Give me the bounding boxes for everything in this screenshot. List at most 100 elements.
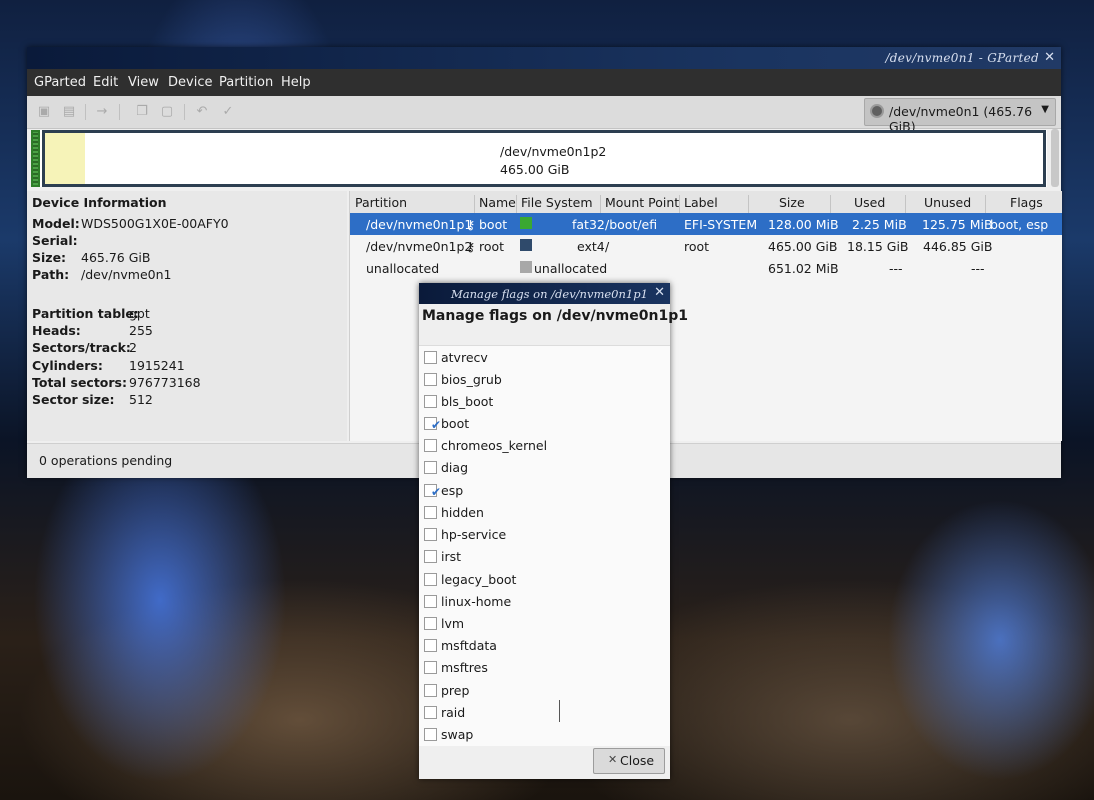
checkbox[interactable] bbox=[424, 351, 437, 364]
flag-item-bios_grub[interactable]: bios_grub bbox=[419, 369, 670, 391]
info-row: Model: WDS500G1X0E-00AFY0 bbox=[32, 216, 229, 231]
col-flags[interactable]: Flags bbox=[1010, 195, 1043, 210]
graph-partition-p2[interactable]: /dev/nvme0n1p2 465.00 GiB bbox=[42, 130, 1046, 187]
checkbox[interactable]: ✔ bbox=[424, 484, 441, 499]
flag-item-raid[interactable]: raid bbox=[419, 702, 670, 724]
checkbox[interactable] bbox=[424, 573, 437, 586]
checkbox[interactable] bbox=[424, 461, 437, 474]
info-value: WDS500G1X0E-00AFY0 bbox=[81, 216, 229, 231]
info-row: Sector size: 512 bbox=[32, 392, 153, 407]
new-partition-icon[interactable]: ▣ bbox=[35, 103, 53, 121]
flag-item-linux-home[interactable]: linux-home bbox=[419, 591, 670, 613]
col-filesystem[interactable]: File System bbox=[521, 195, 593, 210]
checkbox[interactable] bbox=[424, 617, 437, 630]
graph-partition-label: /dev/nvme0n1p2 bbox=[500, 144, 607, 159]
graph-scrollbar[interactable] bbox=[1051, 129, 1059, 187]
checkbox[interactable] bbox=[424, 550, 437, 563]
checkbox[interactable] bbox=[424, 684, 437, 697]
menu-edit[interactable]: Edit bbox=[93, 75, 118, 90]
checkbox[interactable] bbox=[424, 728, 437, 741]
checkbox[interactable] bbox=[424, 528, 437, 541]
flag-item-diag[interactable]: diag bbox=[419, 457, 670, 479]
flag-item-hp-service[interactable]: hp-service bbox=[419, 524, 670, 546]
close-icon[interactable]: ✕ bbox=[1044, 50, 1055, 65]
device-info-panel: Device Information Model: WDS500G1X0E-00A… bbox=[27, 191, 347, 441]
flag-item-msftdata[interactable]: msftdata bbox=[419, 635, 670, 657]
text-cursor bbox=[559, 700, 560, 722]
cell-mountpoint: /boot/efi bbox=[605, 217, 658, 232]
flag-item-lvm[interactable]: lvm bbox=[419, 613, 670, 635]
flag-label: bls_boot bbox=[441, 394, 494, 409]
close-icon[interactable]: ✕ bbox=[654, 285, 665, 300]
close-button[interactable]: ✕ Close bbox=[593, 748, 665, 774]
device-selector[interactable]: /dev/nvme0n1 (465.76 GiB) ▼ bbox=[864, 98, 1056, 134]
flag-item-msftres[interactable]: msftres bbox=[419, 657, 670, 679]
flag-item-swap[interactable]: swap bbox=[419, 724, 670, 746]
col-label[interactable]: Label bbox=[684, 195, 718, 210]
flag-item-boot[interactable]: ✔ boot bbox=[419, 413, 670, 435]
copy-icon[interactable]: ❐ bbox=[133, 103, 151, 121]
menu-partition[interactable]: Partition bbox=[219, 75, 273, 90]
menu-view[interactable]: View bbox=[128, 75, 159, 90]
col-size[interactable]: Size bbox=[779, 195, 805, 210]
graph-partition-size: 465.00 GiB bbox=[500, 162, 570, 177]
check-icon: ✔ bbox=[431, 485, 442, 499]
info-row: Sectors/track: 2 bbox=[32, 340, 137, 355]
graph-partition-p1[interactable] bbox=[31, 130, 40, 187]
flag-item-esp[interactable]: ✔ esp bbox=[419, 480, 670, 502]
paste-icon[interactable]: ▢ bbox=[158, 103, 176, 121]
resize-move-icon[interactable]: → bbox=[93, 103, 111, 121]
flag-item-chromeos_kernel[interactable]: chromeos_kernel bbox=[419, 435, 670, 457]
flag-item-irst[interactable]: irst bbox=[419, 546, 670, 568]
checkbox[interactable]: ✔ bbox=[424, 417, 441, 432]
checkbox[interactable] bbox=[424, 439, 437, 452]
dialog-titlebar[interactable]: Manage flags on /dev/nvme0n1p1 ✕ bbox=[419, 283, 670, 304]
flag-label: raid bbox=[441, 705, 466, 720]
flag-label: bios_grub bbox=[441, 372, 502, 387]
table-row[interactable]: /dev/nvme0n1p1 ⚷ boot fat32 /boot/efi EF… bbox=[350, 213, 1062, 235]
flag-item-hidden[interactable]: hidden bbox=[419, 502, 670, 524]
info-key: Partition table: bbox=[32, 306, 139, 321]
cell-unused: --- bbox=[971, 261, 985, 276]
col-unused[interactable]: Unused bbox=[924, 195, 971, 210]
col-used[interactable]: Used bbox=[854, 195, 885, 210]
flag-item-legacy_boot[interactable]: legacy_boot bbox=[419, 569, 670, 591]
table-row[interactable]: /dev/nvme0n1p2 ⚷ root ext4 / root 465.00… bbox=[350, 235, 1062, 257]
checkbox[interactable] bbox=[424, 639, 437, 652]
column-separator bbox=[600, 195, 601, 213]
info-key: Heads: bbox=[32, 323, 81, 338]
flag-label: msftres bbox=[441, 660, 488, 675]
info-key: Size: bbox=[32, 250, 67, 265]
flag-item-atvrecv[interactable]: atvrecv bbox=[419, 347, 670, 369]
cell-name: root bbox=[479, 239, 505, 254]
close-button-label: Close bbox=[620, 753, 655, 768]
col-name[interactable]: Name bbox=[479, 195, 516, 210]
cell-label: root bbox=[684, 239, 710, 254]
flag-label: boot bbox=[441, 416, 470, 431]
table-row[interactable]: unallocated unallocated 651.02 MiB --- -… bbox=[350, 257, 1062, 279]
flag-label: hidden bbox=[441, 505, 484, 520]
checkbox[interactable] bbox=[424, 373, 437, 386]
checkbox[interactable] bbox=[424, 706, 437, 719]
info-key: Serial: bbox=[32, 233, 78, 248]
flag-item-prep[interactable]: prep bbox=[419, 680, 670, 702]
undo-icon[interactable]: ↶ bbox=[193, 103, 211, 121]
flag-label: legacy_boot bbox=[441, 572, 517, 587]
menu-help[interactable]: Help bbox=[281, 75, 311, 90]
delete-partition-icon[interactable]: ▤ bbox=[60, 103, 78, 121]
window-titlebar[interactable]: /dev/nvme0n1 - GParted ✕ bbox=[27, 47, 1061, 69]
checkbox[interactable] bbox=[424, 661, 437, 674]
graph-used-space bbox=[45, 133, 85, 184]
checkbox[interactable] bbox=[424, 595, 437, 608]
menu-device[interactable]: Device bbox=[168, 75, 212, 90]
checkbox[interactable] bbox=[424, 506, 437, 519]
col-partition[interactable]: Partition bbox=[355, 195, 407, 210]
menu-gparted[interactable]: GParted bbox=[34, 75, 86, 90]
col-mountpoint[interactable]: Mount Point bbox=[605, 195, 679, 210]
flag-label: chromeos_kernel bbox=[441, 438, 548, 453]
flag-item-bls_boot[interactable]: bls_boot bbox=[419, 391, 670, 413]
toolbar-separator bbox=[119, 104, 120, 120]
apply-icon[interactable]: ✓ bbox=[219, 103, 237, 121]
column-separator bbox=[830, 195, 831, 213]
checkbox[interactable] bbox=[424, 395, 437, 408]
